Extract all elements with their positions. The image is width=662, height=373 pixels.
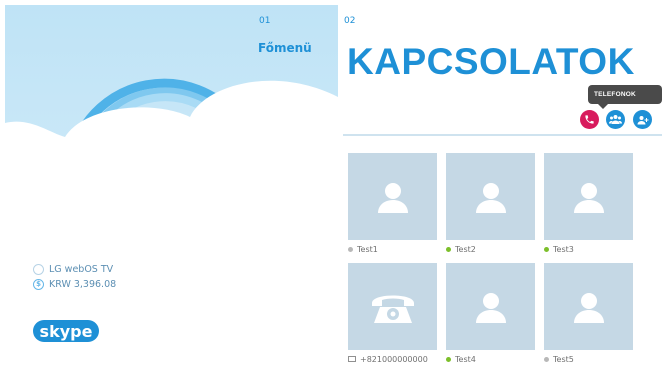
account-info: LG webOS TV $ KRW 3,396.08: [33, 262, 116, 292]
contact-avatar: [446, 153, 535, 240]
phone-number-icon: [348, 356, 356, 362]
person-icon: [475, 292, 506, 323]
person-icon: [377, 182, 408, 213]
contact-name-row: Test4: [446, 353, 535, 365]
add-contact-button[interactable]: [633, 110, 652, 129]
contact-name: Test1: [357, 244, 378, 254]
contact-tile[interactable]: Test1: [348, 153, 437, 255]
contact-tile[interactable]: Test3: [544, 153, 633, 255]
offline-status-dot: [544, 356, 549, 362]
person-icon: [475, 182, 506, 213]
online-status-dot: [446, 356, 451, 362]
contact-name-row: Test3: [544, 243, 633, 255]
account-row: LG webOS TV: [33, 262, 116, 276]
offline-status-dot: [348, 246, 353, 252]
skype-logo: skype: [33, 317, 99, 349]
person-icon: [573, 182, 604, 213]
panel-number: 02: [344, 16, 356, 26]
logo-text: skype: [40, 322, 93, 341]
credit-balance: KRW 3,396.08: [49, 278, 117, 290]
contacts-header: 02 KAPCSOLATOK TELEFONOK HÍVÁSA: [339, 5, 662, 133]
main-menu-title[interactable]: Főmenü: [258, 41, 312, 55]
call-phones-button[interactable]: [580, 110, 599, 129]
contact-avatar: [446, 263, 535, 350]
online-status-dot: [544, 246, 549, 252]
add-person-icon: [637, 115, 648, 124]
person-icon: [573, 292, 604, 323]
contact-tile[interactable]: +821000000000: [348, 263, 437, 365]
contact-avatar: [348, 263, 437, 350]
contact-name-row: Test2: [446, 243, 535, 255]
contact-name-row: +821000000000: [348, 353, 437, 365]
account-name: LG webOS TV: [49, 263, 114, 275]
credit-coin-icon: $: [33, 278, 44, 290]
group-call-button[interactable]: [606, 110, 625, 129]
contact-avatar: [348, 153, 437, 240]
credit-row: $ KRW 3,396.08: [33, 277, 116, 291]
contact-avatar: [544, 153, 633, 240]
contact-tile[interactable]: Test2: [446, 153, 535, 255]
contact-name-row: Test1: [348, 243, 437, 255]
sky-clouds-background: [5, 5, 338, 367]
group-icon: [609, 115, 622, 124]
contact-name: Test3: [553, 244, 574, 254]
online-status-dot: [446, 246, 451, 252]
panel-number: 01: [259, 16, 271, 26]
main-menu-panel[interactable]: 01 Főmenü LG webOS TV $ KRW 3,396.08 sky…: [5, 5, 338, 367]
contact-tile[interactable]: Test4: [446, 263, 535, 365]
contact-name: Test4: [455, 354, 476, 364]
page-title: KAPCSOLATOK: [347, 41, 635, 82]
header-divider: [343, 134, 662, 136]
phone-icon: [585, 115, 594, 124]
contact-name: Test2: [455, 244, 476, 254]
contact-name: Test5: [553, 354, 574, 364]
contact-avatar: [544, 263, 633, 350]
contact-tile[interactable]: Test5: [544, 263, 633, 365]
contact-name-row: Test5: [544, 353, 633, 365]
tooltip: TELEFONOK HÍVÁSA: [588, 85, 662, 117]
contact-name: +821000000000: [360, 354, 428, 364]
status-ring-icon: [33, 263, 44, 275]
contacts-panel: 02 KAPCSOLATOK TELEFONOK HÍVÁSA: [339, 5, 662, 373]
telephone-icon: [371, 295, 414, 323]
